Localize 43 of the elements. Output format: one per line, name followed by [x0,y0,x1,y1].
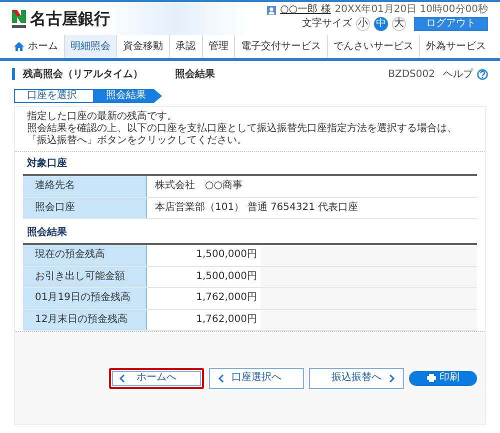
row-label: 照会口座 [23,198,147,218]
chevron-left-icon [218,374,224,382]
page-title: 残高照会（リアルタイム） [23,67,143,82]
logout-button[interactable]: ログアウト [414,17,488,31]
row-label: 01月19日の預金残高 [23,288,147,308]
value-cell-text: 本店営業部（101） 普通 7654321 代表口座 [154,200,360,214]
section-heading: 対象口座 [26,156,68,171]
row-label: 12月末日の預金残高 [23,310,147,330]
value-cell-text: 株式会社 ○○商事 [154,178,244,193]
page-subtitle: 照会結果 [175,68,215,82]
amount-cell-text: 1,762,000円 [195,291,258,305]
amount-cell-text: 1,500,000円 [195,270,258,284]
row-label: お引き出し可能金額 [23,266,147,287]
font-size-label: 文字サイズ [302,19,352,29]
amount-cell-text: 1,500,000円 [195,248,258,262]
chevron-right-icon [389,374,395,382]
bank-logo-icon [12,10,26,28]
row-label: 連絡先名 [23,176,147,196]
user-name-link[interactable]: ○○一郎 様 [280,5,331,15]
chevron-left-icon [119,374,125,382]
font-size-button[interactable]: 中 [374,17,388,31]
help-icon [477,68,488,80]
home-icon [14,42,24,51]
user-icon [267,6,276,14]
help-link[interactable]: ヘルプ [443,66,488,82]
nav-tab[interactable]: 明細照会 [64,35,116,58]
font-size-button[interactable]: 大 [392,17,406,31]
step-indicator: 照会結果 [94,89,162,103]
print-button[interactable]: 印刷 [409,370,477,386]
bank-name: 名古屋銀行 [30,8,110,30]
back-button[interactable]: 口座選択へ [209,368,304,388]
font-size-button[interactable]: 小 [356,17,370,31]
printer-icon [426,374,436,382]
next-button[interactable]: 振込振替へ [309,368,404,388]
back-button[interactable]: ホームへ [109,368,204,388]
step-indicator: 口座を選択 [14,89,94,103]
instruction-text: 照会結果を確認の上、以下の口座を支払口座として振込振替先口座指定方法を選択する場合は、「振込振替へ」ボタンをクリックしてください。 [27,123,458,147]
row-label: 現在の預金残高 [23,245,147,266]
screen-id: BZDS002 [388,68,435,82]
instruction-text: 指定した口座の最新の残高です。 [27,111,178,122]
amount-cell-text: 1,762,000円 [195,312,258,326]
section-heading: 照会結果 [26,226,68,240]
login-datetime: 20XX年01月20日 10時00分00秒 [334,5,488,15]
